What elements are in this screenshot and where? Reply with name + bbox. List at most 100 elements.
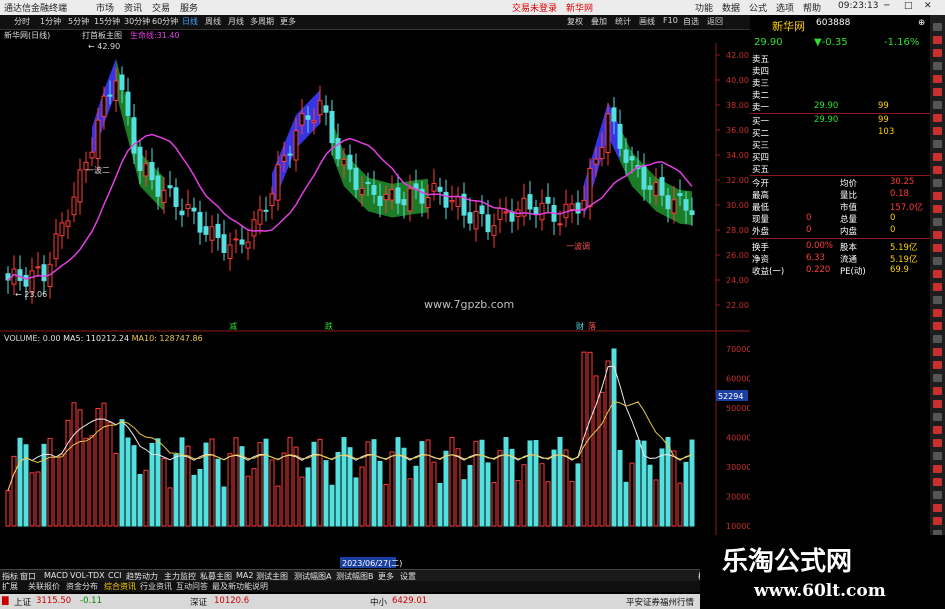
candle-body bbox=[557, 223, 563, 226]
sidebar-tool-icon[interactable] bbox=[933, 62, 942, 70]
sidebar-tool-icon[interactable] bbox=[933, 348, 942, 356]
tab-industry-news[interactable]: 行业资讯 bbox=[140, 581, 172, 592]
sidebar-tool-icon[interactable] bbox=[933, 179, 942, 187]
f10-button[interactable]: F10 bbox=[663, 16, 678, 25]
menu-function[interactable]: 功能 bbox=[695, 1, 713, 14]
menu-service[interactable]: 服务 bbox=[180, 1, 198, 14]
tab-general-news[interactable]: 综合资讯 bbox=[104, 581, 136, 592]
index2-name[interactable]: 深证 bbox=[190, 596, 207, 608]
index-icon: ▇ bbox=[2, 596, 9, 606]
volume-bar bbox=[671, 450, 677, 527]
sidebar-tool-icon[interactable] bbox=[933, 101, 942, 109]
sidebar-tool-icon[interactable] bbox=[933, 49, 942, 57]
period-15m[interactable]: 15分钟 bbox=[94, 16, 120, 27]
minimize-button[interactable]: ─ bbox=[884, 1, 889, 11]
quote-pct: -1.16% bbox=[884, 37, 920, 48]
sidebar-tool-icon[interactable] bbox=[933, 36, 942, 44]
period-30m[interactable]: 30分钟 bbox=[124, 16, 150, 27]
adjust-button[interactable]: 复权 bbox=[567, 16, 583, 27]
close-button[interactable]: ✕ bbox=[924, 1, 932, 11]
sidebar-tool-icon[interactable] bbox=[933, 257, 942, 265]
sidebar-tool-icon[interactable] bbox=[933, 88, 942, 96]
sidebar-tool-icon[interactable] bbox=[933, 387, 942, 395]
volume-bar bbox=[347, 447, 353, 527]
volume-bar bbox=[269, 459, 275, 527]
draw-button[interactable]: 画线 bbox=[639, 16, 655, 27]
right-toolbar bbox=[930, 15, 945, 575]
period-tick[interactable]: 分时 bbox=[14, 16, 30, 27]
sidebar-tool-icon[interactable] bbox=[933, 153, 942, 161]
cursor-date: 2023/06/27(二) bbox=[342, 559, 402, 568]
sidebar-tool-icon[interactable] bbox=[933, 439, 942, 447]
tab-fund-dist[interactable]: 资金分布 bbox=[66, 581, 98, 592]
sidebar-tool-icon[interactable] bbox=[933, 75, 942, 83]
menu-market[interactable]: 市场 bbox=[96, 1, 114, 14]
sidebar-tool-icon[interactable] bbox=[933, 335, 942, 343]
menu-help[interactable]: 帮助 bbox=[803, 1, 821, 14]
sidebar-tool-icon[interactable] bbox=[933, 478, 942, 486]
tab-ma2[interactable]: MA2 bbox=[236, 571, 253, 580]
sidebar-tool-icon[interactable] bbox=[933, 296, 942, 304]
sidebar-tool-icon[interactable] bbox=[933, 218, 942, 226]
sidebar-tool-icon[interactable] bbox=[933, 491, 942, 499]
more-icon[interactable]: ⊕ bbox=[918, 18, 925, 28]
trade-login-link[interactable]: 交易未登录 bbox=[512, 1, 557, 14]
sidebar-tool-icon[interactable] bbox=[933, 283, 942, 291]
sidebar-tool-icon[interactable] bbox=[933, 400, 942, 408]
sidebar-tool-icon[interactable] bbox=[933, 205, 942, 213]
sidebar-tool-icon[interactable] bbox=[933, 413, 942, 421]
period-more[interactable]: 更多 bbox=[280, 16, 296, 27]
period-5m[interactable]: 5分钟 bbox=[68, 16, 89, 27]
stats-button[interactable]: 统计 bbox=[615, 16, 631, 27]
tab-vol-tdx[interactable]: VOL-TDX bbox=[70, 571, 105, 580]
overlay-button[interactable]: 叠加 bbox=[591, 16, 607, 27]
stock-name-link[interactable]: 新华网 bbox=[566, 1, 593, 14]
sidebar-tool-icon[interactable] bbox=[933, 465, 942, 473]
sidebar-tool-icon[interactable] bbox=[933, 23, 942, 31]
favorite-button[interactable]: 自选 bbox=[683, 16, 699, 27]
period-multi[interactable]: 多周期 bbox=[250, 16, 274, 27]
indicator-name[interactable]: 打首板主图 bbox=[82, 30, 122, 41]
menu-news[interactable]: 资讯 bbox=[124, 1, 142, 14]
quote-price: 29.90 bbox=[754, 37, 783, 48]
sidebar-tool-icon[interactable] bbox=[933, 127, 942, 135]
menu-data[interactable]: 数据 bbox=[722, 1, 740, 14]
chart-area[interactable]: 42.00 40.00 38.00 36.00 34.00 32.00 30.00 28.00… bbox=[0, 43, 750, 569]
sidebar-tool-icon[interactable] bbox=[933, 244, 942, 252]
sidebar-tool-icon[interactable] bbox=[933, 309, 942, 317]
tab-expand[interactable]: 扩展 bbox=[2, 581, 18, 592]
tab-cci[interactable]: CCI bbox=[108, 571, 122, 580]
tab-related-quote[interactable]: 关联报价 bbox=[28, 581, 60, 592]
back-button[interactable]: 返回 bbox=[707, 16, 723, 27]
period-month[interactable]: 月线 bbox=[228, 16, 244, 27]
sidebar-tool-icon[interactable] bbox=[933, 361, 942, 369]
sidebar-tool-icon[interactable] bbox=[933, 166, 942, 174]
period-day[interactable]: 日线 bbox=[182, 16, 198, 27]
index3-name[interactable]: 中小 bbox=[370, 596, 387, 608]
tab-qa[interactable]: 互动问答 bbox=[176, 581, 208, 592]
menu-formula[interactable]: 公式 bbox=[749, 1, 767, 14]
period-1m[interactable]: 1分钟 bbox=[40, 16, 61, 27]
sidebar-tool-icon[interactable] bbox=[933, 452, 942, 460]
period-week[interactable]: 周线 bbox=[205, 16, 221, 27]
sidebar-tool-icon[interactable] bbox=[933, 270, 942, 278]
index1-name[interactable]: 上证 bbox=[14, 596, 31, 608]
tab-new-features[interactable]: 最及新功能说明 bbox=[212, 581, 268, 592]
maximize-button[interactable]: □ bbox=[904, 1, 913, 11]
sidebar-tool-icon[interactable] bbox=[933, 517, 942, 525]
candle-body bbox=[131, 117, 137, 154]
sidebar-tool-icon[interactable] bbox=[933, 426, 942, 434]
period-60m[interactable]: 60分钟 bbox=[152, 16, 178, 27]
sidebar-tool-icon[interactable] bbox=[933, 231, 942, 239]
sidebar-tool-icon[interactable] bbox=[933, 140, 942, 148]
sidebar-tool-icon[interactable] bbox=[933, 504, 942, 512]
sidebar-tool-icon[interactable] bbox=[933, 322, 942, 330]
volume-bar bbox=[293, 446, 299, 527]
tab-macd[interactable]: MACD bbox=[44, 571, 68, 580]
sidebar-tool-icon[interactable] bbox=[933, 114, 942, 122]
stat-row: 最高 量比 0.18 bbox=[750, 189, 930, 201]
sidebar-tool-icon[interactable] bbox=[933, 192, 942, 200]
menu-options[interactable]: 选项 bbox=[776, 1, 794, 14]
sidebar-tool-icon[interactable] bbox=[933, 374, 942, 382]
menu-trade[interactable]: 交易 bbox=[152, 1, 170, 14]
